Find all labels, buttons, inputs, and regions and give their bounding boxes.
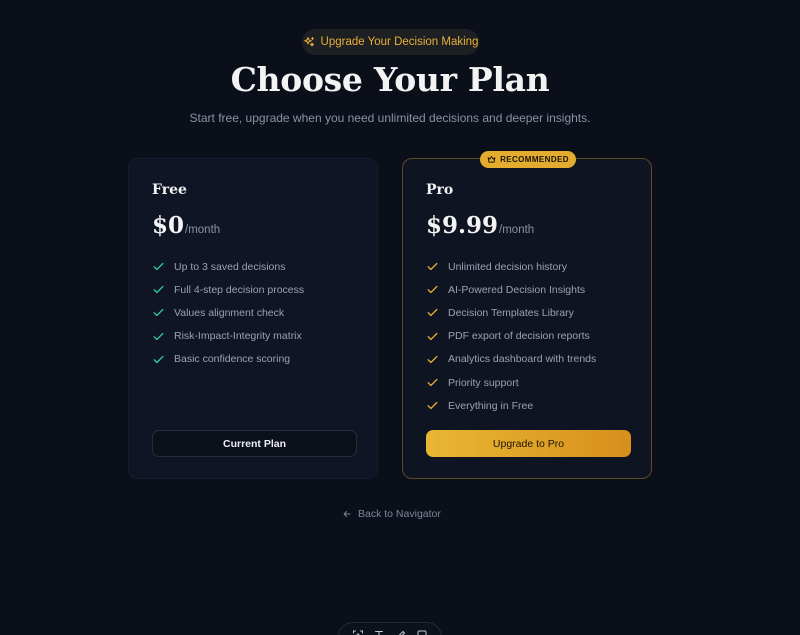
- plan-period: /month: [499, 224, 535, 236]
- feature-list: Up to 3 saved decisions Full 4-step decis…: [152, 255, 304, 371]
- plan-price: $9.99: [426, 212, 499, 239]
- feature-item: AI-Powered Decision Insights: [426, 278, 596, 301]
- feature-label: Everything in Free: [448, 399, 534, 412]
- feature-label: Analytics dashboard with trends: [448, 353, 597, 366]
- shape-icon[interactable]: [416, 629, 428, 635]
- check-icon: [152, 260, 165, 273]
- plan-name: Free: [152, 182, 187, 198]
- feature-item: Full 4-step decision process: [152, 278, 304, 301]
- back-link-label: Back to Navigator: [358, 508, 441, 520]
- recommended-badge-label: RECOMMENDED: [500, 155, 569, 164]
- check-icon: [152, 330, 165, 343]
- plan-name: Pro: [426, 182, 454, 198]
- feature-label: Basic confidence scoring: [174, 353, 291, 366]
- check-icon: [152, 283, 165, 296]
- free-plan-card: Free $0 /month Up to 3 saved decisions Fu…: [128, 158, 378, 479]
- feature-item: Analytics dashboard with trends: [426, 348, 596, 371]
- feature-item: Basic confidence scoring: [152, 348, 304, 371]
- feature-label: Risk-Impact-Integrity matrix: [174, 330, 302, 343]
- check-icon: [426, 283, 439, 296]
- price-row: $9.99 /month: [426, 212, 534, 239]
- feature-item: Risk-Impact-Integrity matrix: [152, 325, 304, 348]
- plan-period: /month: [185, 224, 221, 236]
- feature-item: Decision Templates Library: [426, 301, 596, 324]
- page-title: Choose Your Plan: [230, 60, 550, 99]
- pro-plan-card: RECOMMENDED Pro $9.99 /month Unlimited d…: [402, 151, 652, 479]
- recommended-badge: RECOMMENDED: [480, 151, 576, 168]
- page-subtitle: Start free, upgrade when you need unlimi…: [189, 111, 591, 125]
- feature-label: AI-Powered Decision Insights: [448, 283, 586, 296]
- current-plan-button[interactable]: Current Plan: [152, 430, 357, 457]
- upgrade-badge-label: Upgrade Your Decision Making: [320, 36, 479, 48]
- check-icon: [426, 330, 439, 343]
- check-icon: [426, 353, 439, 366]
- feature-item: Up to 3 saved decisions: [152, 255, 304, 278]
- check-icon: [152, 353, 165, 366]
- feature-item: Values alignment check: [152, 301, 304, 324]
- sparkles-icon: [303, 36, 315, 48]
- upgrade-to-pro-button[interactable]: Upgrade to Pro: [426, 430, 631, 457]
- feature-item: Priority support: [426, 371, 596, 394]
- feature-label: Up to 3 saved decisions: [174, 260, 286, 273]
- feature-label: PDF export of decision reports: [448, 330, 590, 343]
- feature-label: Priority support: [448, 376, 519, 389]
- plan-price: $0: [152, 212, 185, 239]
- feature-list: Unlimited decision history AI-Powered Dec…: [426, 255, 596, 417]
- feature-label: Full 4-step decision process: [174, 283, 305, 296]
- pricing-page: Upgrade Your Decision Making Choose Your…: [0, 0, 800, 635]
- check-icon: [426, 306, 439, 319]
- upgrade-badge: Upgrade Your Decision Making: [302, 29, 479, 55]
- feature-label: Values alignment check: [174, 306, 285, 319]
- check-icon: [426, 260, 439, 273]
- feature-item: PDF export of decision reports: [426, 325, 596, 348]
- select-area-icon[interactable]: [352, 629, 364, 635]
- text-icon[interactable]: [373, 629, 385, 635]
- arrow-left-icon: [342, 509, 352, 519]
- floating-toolbar: [338, 622, 442, 635]
- back-to-navigator-link[interactable]: Back to Navigator: [342, 507, 441, 521]
- pen-icon[interactable]: [395, 629, 407, 635]
- check-icon: [426, 399, 439, 412]
- feature-item: Unlimited decision history: [426, 255, 596, 278]
- feature-label: Unlimited decision history: [448, 260, 568, 273]
- feature-item: Everything in Free: [426, 394, 596, 417]
- check-icon: [152, 306, 165, 319]
- crown-icon: [487, 155, 496, 164]
- feature-label: Decision Templates Library: [448, 306, 574, 319]
- price-row: $0 /month: [152, 212, 220, 239]
- check-icon: [426, 376, 439, 389]
